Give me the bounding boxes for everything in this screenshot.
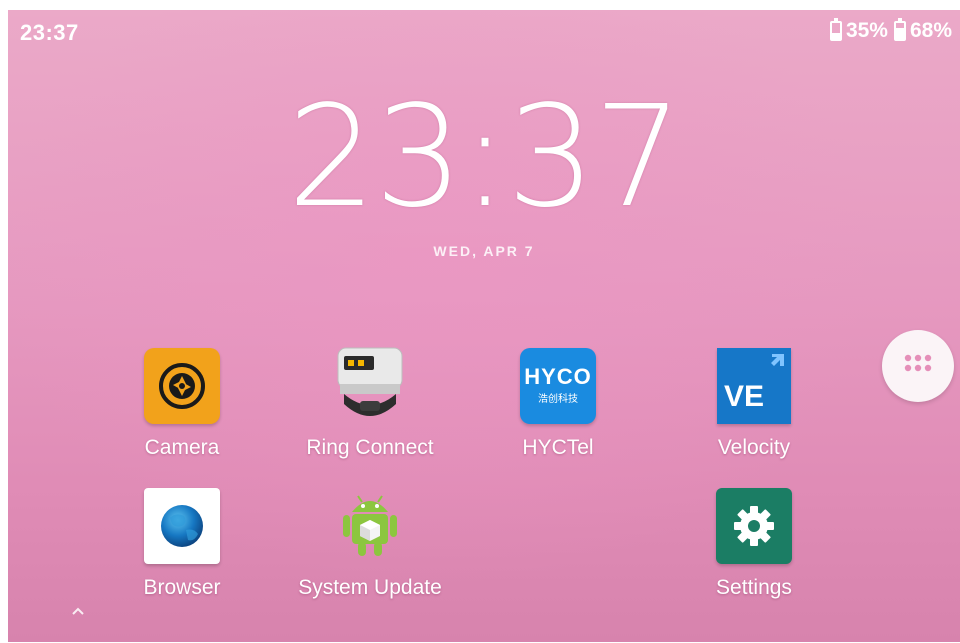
app-label: Camera: [144, 436, 220, 459]
app-browser[interactable]: Browser: [102, 486, 262, 600]
ring-scanner-icon: [330, 346, 410, 426]
app-velocity[interactable]: VE Velocity: [674, 346, 834, 460]
app-label: Velocity: [717, 436, 791, 459]
battery-indicators: 35% 68%: [829, 18, 952, 43]
app-camera[interactable]: Camera: [102, 346, 262, 460]
app-system-update[interactable]: System Update: [290, 486, 450, 600]
app-drawer-icon: [904, 354, 932, 372]
home-screen: 23:37 35% 68% 23:37 WED, APR 7 Camera Ri…: [8, 10, 960, 642]
chevron-up-icon[interactable]: [70, 603, 86, 619]
battery-2-percent: 68%: [909, 19, 952, 42]
app-label: HYCTel: [522, 436, 594, 459]
battery-1-percent: 35%: [845, 19, 888, 42]
app-drawer-button[interactable]: [882, 330, 954, 402]
clock-widget-time[interactable]: 23:37: [8, 88, 960, 228]
globe-icon: [142, 486, 222, 566]
clock-widget-date[interactable]: WED, APR 7: [8, 243, 960, 259]
battery-2: 68%: [893, 18, 952, 43]
app-label: Ring Connect: [306, 436, 434, 459]
camera-icon: [142, 346, 222, 426]
app-label: Settings: [716, 576, 792, 599]
battery-icon: [893, 18, 906, 41]
status-time: 23:37: [20, 20, 79, 45]
battery-1: 35%: [829, 18, 888, 43]
gear-icon: [714, 486, 794, 566]
hyco-logo-icon: HYCO 浩创科技: [518, 346, 598, 426]
velocity-icon: VE: [714, 346, 794, 426]
battery-icon: [829, 18, 842, 41]
app-label: System Update: [298, 576, 442, 599]
android-update-icon: [330, 486, 410, 566]
app-label: Browser: [143, 576, 221, 599]
app-settings[interactable]: Settings: [674, 486, 834, 600]
status-bar: 23:37 35% 68%: [8, 10, 960, 54]
app-hyctel[interactable]: HYCO 浩创科技 HYCTel: [478, 346, 638, 460]
app-ring-connect[interactable]: Ring Connect: [290, 346, 450, 460]
